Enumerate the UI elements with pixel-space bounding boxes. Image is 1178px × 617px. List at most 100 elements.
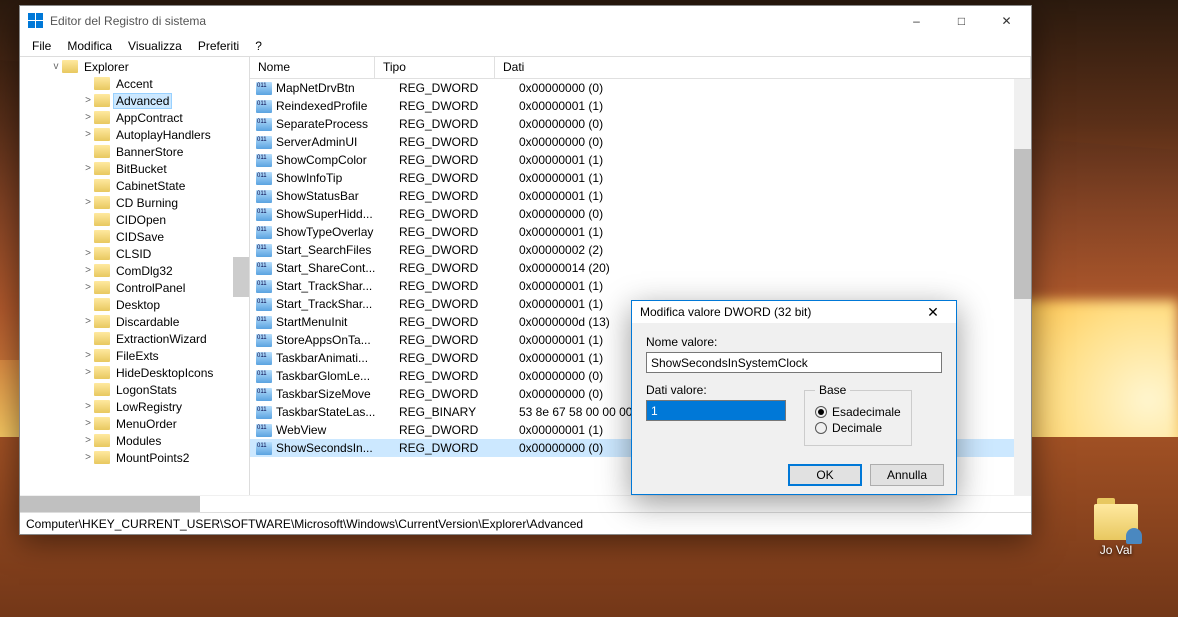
expand-icon[interactable]: >: [82, 248, 94, 259]
tree-root[interactable]: v Explorer: [20, 58, 249, 75]
close-button[interactable]: ✕: [984, 6, 1029, 36]
expand-icon[interactable]: >: [82, 129, 94, 140]
tree-item-cabinetstate[interactable]: CabinetState: [20, 177, 249, 194]
tree-item-controlpanel[interactable]: >ControlPanel: [20, 279, 249, 296]
col-header-data[interactable]: Dati: [495, 57, 1031, 78]
menu-preferiti[interactable]: Preferiti: [192, 37, 245, 55]
list-row[interactable]: ShowStatusBarREG_DWORD0x00000001 (1): [250, 187, 1031, 205]
col-header-type[interactable]: Tipo: [375, 57, 495, 78]
hscroll-thumb-left[interactable]: [20, 496, 200, 512]
list-row[interactable]: ServerAdminUIREG_DWORD0x00000000 (0): [250, 133, 1031, 151]
list-scrollbar[interactable]: [1014, 79, 1031, 495]
cancel-button[interactable]: Annulla: [870, 464, 944, 486]
tree-item-cidopen[interactable]: CIDOpen: [20, 211, 249, 228]
desktop-icon-joval[interactable]: Jo Val: [1094, 504, 1138, 557]
list-cell-type: REG_DWORD: [399, 99, 519, 113]
expand-icon[interactable]: >: [82, 452, 94, 463]
minimize-button[interactable]: –: [894, 6, 939, 36]
horizontal-scrollbar[interactable]: [20, 495, 1031, 512]
list-cell-type: REG_DWORD: [399, 135, 519, 149]
list-scrollbar-thumb[interactable]: [1014, 149, 1031, 299]
tree-item-bannerstore[interactable]: BannerStore: [20, 143, 249, 160]
tree-pane[interactable]: v Explorer Accent>Advanced>AppContract>A…: [20, 57, 250, 495]
collapse-icon[interactable]: v: [50, 61, 62, 72]
list-row[interactable]: Start_SearchFilesREG_DWORD0x00000002 (2): [250, 241, 1031, 259]
menu-modifica[interactable]: Modifica: [61, 37, 118, 55]
radio-hex[interactable]: Esadecimale: [815, 405, 901, 419]
list-cell-name: WebView: [276, 423, 399, 437]
expand-icon[interactable]: >: [82, 435, 94, 446]
value-name-input[interactable]: [646, 352, 942, 373]
list-cell-name: ShowSuperHidd...: [276, 207, 399, 221]
tree-item-discardable[interactable]: >Discardable: [20, 313, 249, 330]
maximize-button[interactable]: □: [939, 6, 984, 36]
reg-value-icon: [256, 280, 272, 293]
tree-item-label: Modules: [113, 434, 164, 448]
list-row[interactable]: MapNetDrvBtnREG_DWORD0x00000000 (0): [250, 79, 1031, 97]
folder-icon: [94, 298, 110, 311]
tree-item-bitbucket[interactable]: >BitBucket: [20, 160, 249, 177]
expand-icon[interactable]: >: [82, 418, 94, 429]
list-header[interactable]: Nome Tipo Dati: [250, 57, 1031, 79]
list-row[interactable]: ShowCompColorREG_DWORD0x00000001 (1): [250, 151, 1031, 169]
expand-icon[interactable]: >: [82, 163, 94, 174]
tree-item-label: ExtractionWizard: [113, 332, 210, 346]
edit-dword-dialog: Modifica valore DWORD (32 bit) ✕ Nome va…: [631, 300, 957, 495]
expand-icon[interactable]: >: [82, 401, 94, 412]
tree-item-cidsave[interactable]: CIDSave: [20, 228, 249, 245]
tree-item-modules[interactable]: > Modules: [20, 432, 249, 449]
expand-icon[interactable]: >: [82, 282, 94, 293]
tree-item-advanced[interactable]: >Advanced: [20, 92, 249, 109]
tree-item-label: LogonStats: [113, 383, 180, 397]
list-row[interactable]: ShowSuperHidd...REG_DWORD0x00000000 (0): [250, 205, 1031, 223]
dialog-titlebar[interactable]: Modifica valore DWORD (32 bit) ✕: [632, 301, 956, 323]
radio-dec[interactable]: Decimale: [815, 421, 901, 435]
radio-hex-dot[interactable]: [815, 406, 827, 418]
list-row[interactable]: ShowInfoTipREG_DWORD0x00000001 (1): [250, 169, 1031, 187]
expand-icon[interactable]: >: [82, 95, 94, 106]
expand-icon[interactable]: >: [82, 350, 94, 361]
tree-item-hidedesktopicons[interactable]: >HideDesktopIcons: [20, 364, 249, 381]
tree-item-comdlg32[interactable]: >ComDlg32: [20, 262, 249, 279]
menu-visualizza[interactable]: Visualizza: [122, 37, 188, 55]
tree-item-desktop[interactable]: Desktop: [20, 296, 249, 313]
tree-item-clsid[interactable]: >CLSID: [20, 245, 249, 262]
list-cell-type: REG_DWORD: [399, 81, 519, 95]
list-row[interactable]: Start_ShareCont...REG_DWORD0x00000014 (2…: [250, 259, 1031, 277]
titlebar[interactable]: Editor del Registro di sistema – □ ✕: [20, 6, 1031, 36]
tree-item-menuorder[interactable]: >MenuOrder: [20, 415, 249, 432]
list-cell-data: 0x00000001 (1): [519, 225, 1031, 239]
tree-item-cd burning[interactable]: >CD Burning: [20, 194, 249, 211]
tree-item-fileexts[interactable]: >FileExts: [20, 347, 249, 364]
tree-item-mountpoints2[interactable]: >MountPoints2: [20, 449, 249, 466]
list-cell-type: REG_DWORD: [399, 423, 519, 437]
folder-icon: [94, 332, 110, 345]
list-row[interactable]: ReindexedProfileREG_DWORD0x00000001 (1): [250, 97, 1031, 115]
tree-item-accent[interactable]: Accent: [20, 75, 249, 92]
expand-icon[interactable]: >: [82, 265, 94, 276]
menu-file[interactable]: File: [26, 37, 57, 55]
list-cell-type: REG_DWORD: [399, 117, 519, 131]
tree-item-lowregistry[interactable]: >LowRegistry: [20, 398, 249, 415]
list-row[interactable]: SeparateProcessREG_DWORD0x00000000 (0): [250, 115, 1031, 133]
ok-button[interactable]: OK: [788, 464, 862, 486]
list-cell-type: REG_DWORD: [399, 315, 519, 329]
expand-icon[interactable]: >: [82, 316, 94, 327]
tree-item-extractionwizard[interactable]: ExtractionWizard: [20, 330, 249, 347]
list-row[interactable]: ShowTypeOverlayREG_DWORD0x00000001 (1): [250, 223, 1031, 241]
list-cell-type: REG_DWORD: [399, 189, 519, 203]
col-header-name[interactable]: Nome: [250, 57, 375, 78]
tree-item-autoplayhandlers[interactable]: >AutoplayHandlers: [20, 126, 249, 143]
tree-scrollbar-thumb[interactable]: [233, 257, 249, 297]
folder-icon: [94, 196, 110, 209]
menu-?[interactable]: ?: [249, 37, 268, 55]
radio-dec-dot[interactable]: [815, 422, 827, 434]
list-row[interactable]: Start_TrackShar...REG_DWORD0x00000001 (1…: [250, 277, 1031, 295]
expand-icon[interactable]: >: [82, 112, 94, 123]
dialog-close-button[interactable]: ✕: [918, 304, 948, 321]
tree-item-appcontract[interactable]: >AppContract: [20, 109, 249, 126]
tree-item-logonstats[interactable]: LogonStats: [20, 381, 249, 398]
value-data-input[interactable]: [646, 400, 786, 421]
expand-icon[interactable]: >: [82, 197, 94, 208]
expand-icon[interactable]: >: [82, 367, 94, 378]
